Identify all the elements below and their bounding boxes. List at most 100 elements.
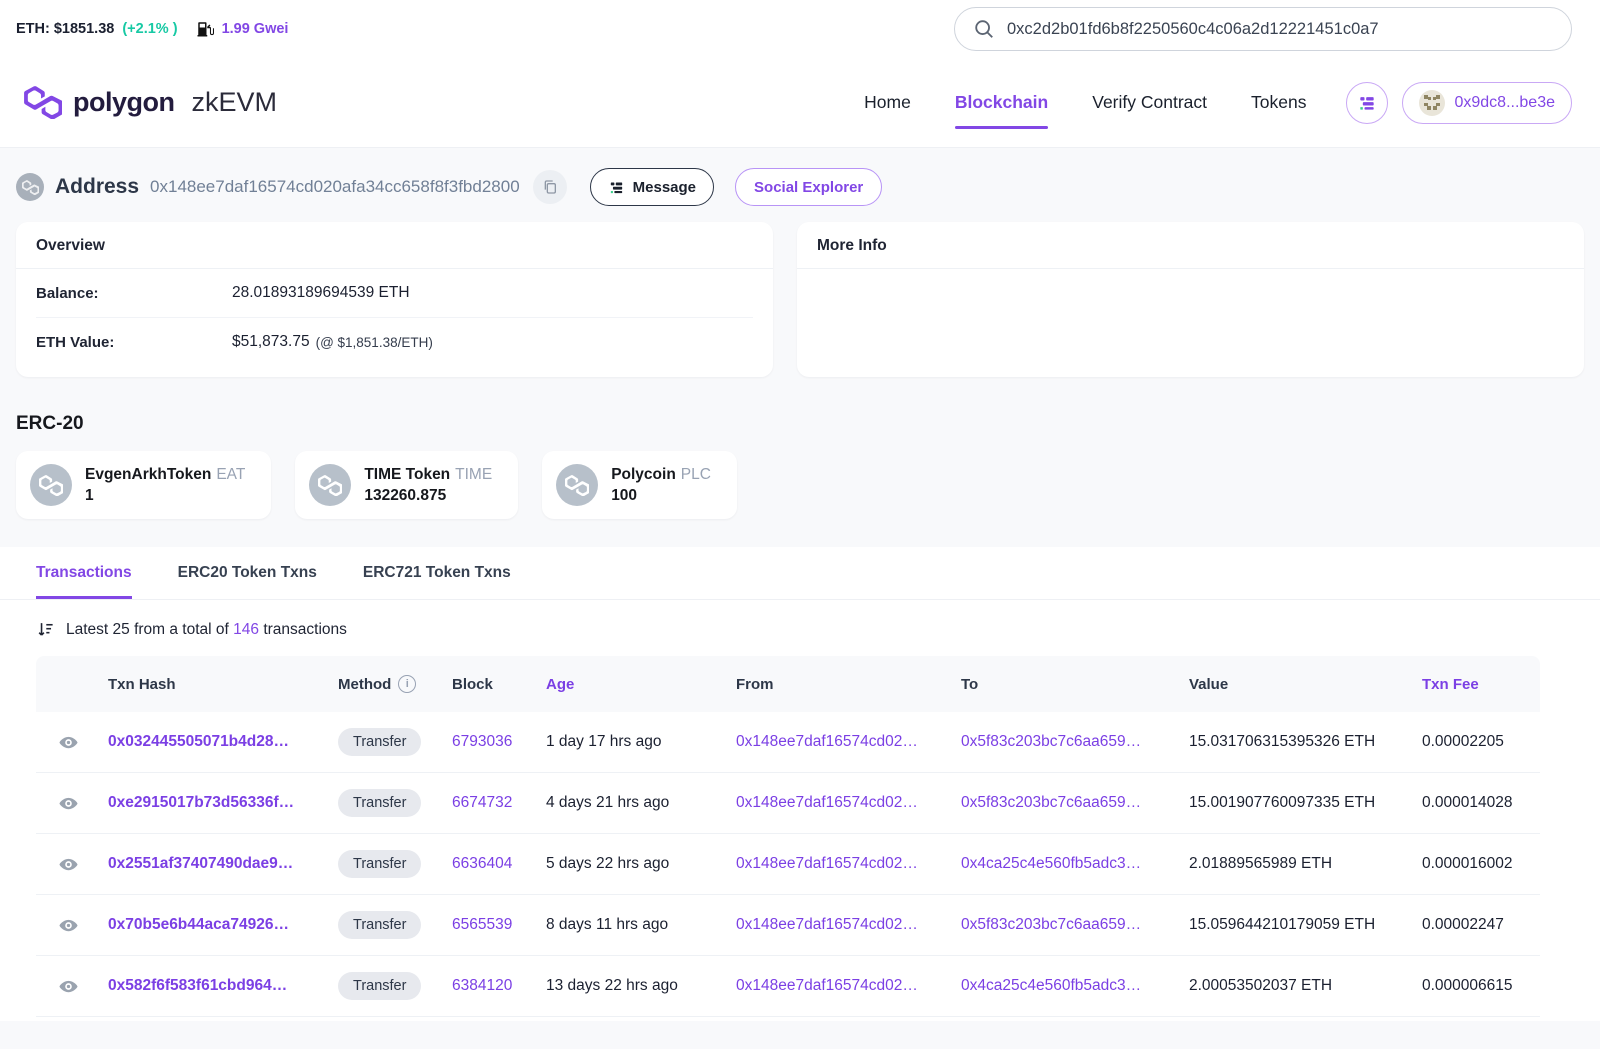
summary-prefix: Latest 25 from a total of [66,621,229,638]
eth-rate: (@ $1,851.38/ETH) [316,335,433,350]
token-card[interactable]: TIME TokenTIME 132260.875 [295,451,518,519]
fuel-pump-icon [196,20,214,38]
block-link[interactable]: 6793036 [444,733,538,751]
value-text: 15.031706315395326 ETH [1181,733,1414,751]
method-badge: Transfer [338,972,421,1000]
col-age-toggle[interactable]: Age [538,676,728,693]
value-text: 15.001907760097335 ETH [1181,794,1414,812]
from-address-link[interactable]: 0x148ee7daf16574cd02… [728,855,953,873]
balance-label: Balance: [36,285,232,302]
method-badge: Transfer [338,911,421,939]
block-link[interactable]: 6636404 [444,855,538,873]
token-amount: 100 [611,487,711,505]
to-address-link[interactable]: 0x5f83c203bc7c6aa659… [953,916,1181,934]
gas-price-link[interactable]: 1.99 Gwei [222,21,289,37]
eth-value-label: ETH Value: [36,334,232,351]
eye-icon[interactable] [58,854,79,875]
fee-text: 0.000016002 [1414,855,1540,873]
brand-logo[interactable]: polygon zkEVM [24,86,277,119]
wallet-button[interactable]: 0x9dc8...be3e [1402,82,1572,124]
social-explorer-button[interactable]: Social Explorer [735,168,882,206]
eth-value-row: ETH Value: $51,873.75 (@ $1,851.38/ETH) [36,317,753,366]
block-link[interactable]: 6384120 [444,977,538,995]
value-text: 2.01889565989 ETH [1181,855,1414,873]
txn-hash-link[interactable]: 0x582f6f583f61cbd964… [100,977,330,995]
tab-transactions[interactable]: Transactions [36,547,132,599]
eye-icon[interactable] [58,793,79,814]
token-name: Polycoin [611,466,676,483]
table-row: 0x70b5e6b44aca74926… Transfer 6565539 8 … [36,895,1540,956]
table-header-row: Txn Hash Method i Block Age From To Valu… [36,656,1540,712]
token-amount: 132260.875 [364,487,492,505]
token-name: EvgenArkhToken [85,466,211,483]
nav-item-tokens[interactable]: Tokens [1251,82,1306,123]
age-text: 1 day 17 hrs ago [538,733,728,751]
to-address-link[interactable]: 0x4ca25c4e560fb5adc3… [953,855,1181,873]
tab-erc20-token-txns[interactable]: ERC20 Token Txns [178,547,317,599]
age-text: 8 days 11 hrs ago [538,916,728,934]
tx-tabs: Transactions ERC20 Token Txns ERC721 Tok… [0,547,1600,600]
txn-hash-link[interactable]: 0x032445505071b4d28… [100,733,330,751]
token-icon [556,464,598,506]
token-amount: 1 [85,487,245,505]
eth-price: ETH: $1851.38 [16,21,114,37]
from-address-link[interactable]: 0x148ee7daf16574cd02… [728,977,953,995]
address-avatar-icon [16,173,44,201]
overview-card: Overview Balance: 28.01893189694539 ETH … [16,222,773,377]
site-header: polygon zkEVM Home Blockchain Verify Con… [0,58,1600,148]
method-info-icon[interactable]: i [398,675,416,693]
overview-title: Overview [16,222,773,269]
sort-icon[interactable] [36,620,55,639]
nav-item-home[interactable]: Home [864,82,911,123]
search-input[interactable] [1007,20,1553,39]
value-text: 2.00053502037 ETH [1181,977,1414,995]
token-card[interactable]: EvgenArkhToken EAT 1 [16,451,271,519]
txn-hash-link[interactable]: 0x2551af37407490dae9… [100,855,330,873]
balance-row: Balance: 28.01893189694539 ETH [36,269,753,317]
nav-item-blockchain[interactable]: Blockchain [955,82,1048,123]
col-from: From [728,676,953,693]
message-button[interactable]: Message [590,168,714,206]
table-row: 0x032445505071b4d28… Transfer 6793036 1 … [36,712,1540,773]
block-link[interactable]: 6674732 [444,794,538,812]
summary-count-link[interactable]: 146 [233,621,259,638]
watchlist-button[interactable] [1346,82,1388,124]
col-txn-fee-toggle[interactable]: Txn Fee [1414,676,1540,693]
table-row: 0xe2915017b73d56336f… Transfer 6674732 4… [36,773,1540,834]
block-link[interactable]: 6565539 [444,916,538,934]
tx-summary: Latest 25 from a total of 146 transactio… [0,600,1600,656]
col-method: Method i [330,675,444,693]
to-address-link[interactable]: 0x5f83c203bc7c6aa659… [953,794,1181,812]
nav-item-verify-contract[interactable]: Verify Contract [1092,82,1207,123]
erc20-token-list: EvgenArkhToken EAT 1 TIME TokenTIME 13226… [16,451,1584,519]
copy-address-button[interactable] [533,170,567,204]
top-stats-bar: ETH: $1851.38 (+2.1% ) 1.99 Gwei [0,0,1600,58]
tab-erc721-token-txns[interactable]: ERC721 Token Txns [363,547,511,599]
token-symbol: EAT [216,466,245,483]
transactions-table: Txn Hash Method i Block Age From To Valu… [36,656,1540,1017]
token-symbol: PLC [681,466,711,483]
search-bar[interactable] [954,7,1572,51]
token-symbol: TIME [455,466,492,483]
address-header: Address 0x148ee7daf16574cd020afa34cc658f… [16,168,1584,206]
txn-hash-link[interactable]: 0x70b5e6b44aca74926… [100,916,330,934]
more-info-card: More Info [797,222,1584,377]
from-address-link[interactable]: 0x148ee7daf16574cd02… [728,794,953,812]
eye-icon[interactable] [58,732,79,753]
col-txn-hash: Txn Hash [100,676,330,693]
eye-icon[interactable] [58,915,79,936]
to-address-link[interactable]: 0x5f83c203bc7c6aa659… [953,733,1181,751]
transactions-panel: Transactions ERC20 Token Txns ERC721 Tok… [0,547,1600,1021]
from-address-link[interactable]: 0x148ee7daf16574cd02… [728,733,953,751]
from-address-link[interactable]: 0x148ee7daf16574cd02… [728,916,953,934]
main-nav: Home Blockchain Verify Contract Tokens [864,82,1306,123]
wallet-address: 0x9dc8...be3e [1454,94,1555,112]
method-badge: Transfer [338,789,421,817]
eye-icon[interactable] [58,976,79,997]
age-text: 13 days 22 hrs ago [538,977,728,995]
token-card[interactable]: Polycoin PLC 100 [542,451,737,519]
txn-hash-link[interactable]: 0xe2915017b73d56336f… [100,794,330,812]
to-address-link[interactable]: 0x4ca25c4e560fb5adc3… [953,977,1181,995]
method-badge: Transfer [338,850,421,878]
fee-text: 0.00002205 [1414,733,1540,751]
